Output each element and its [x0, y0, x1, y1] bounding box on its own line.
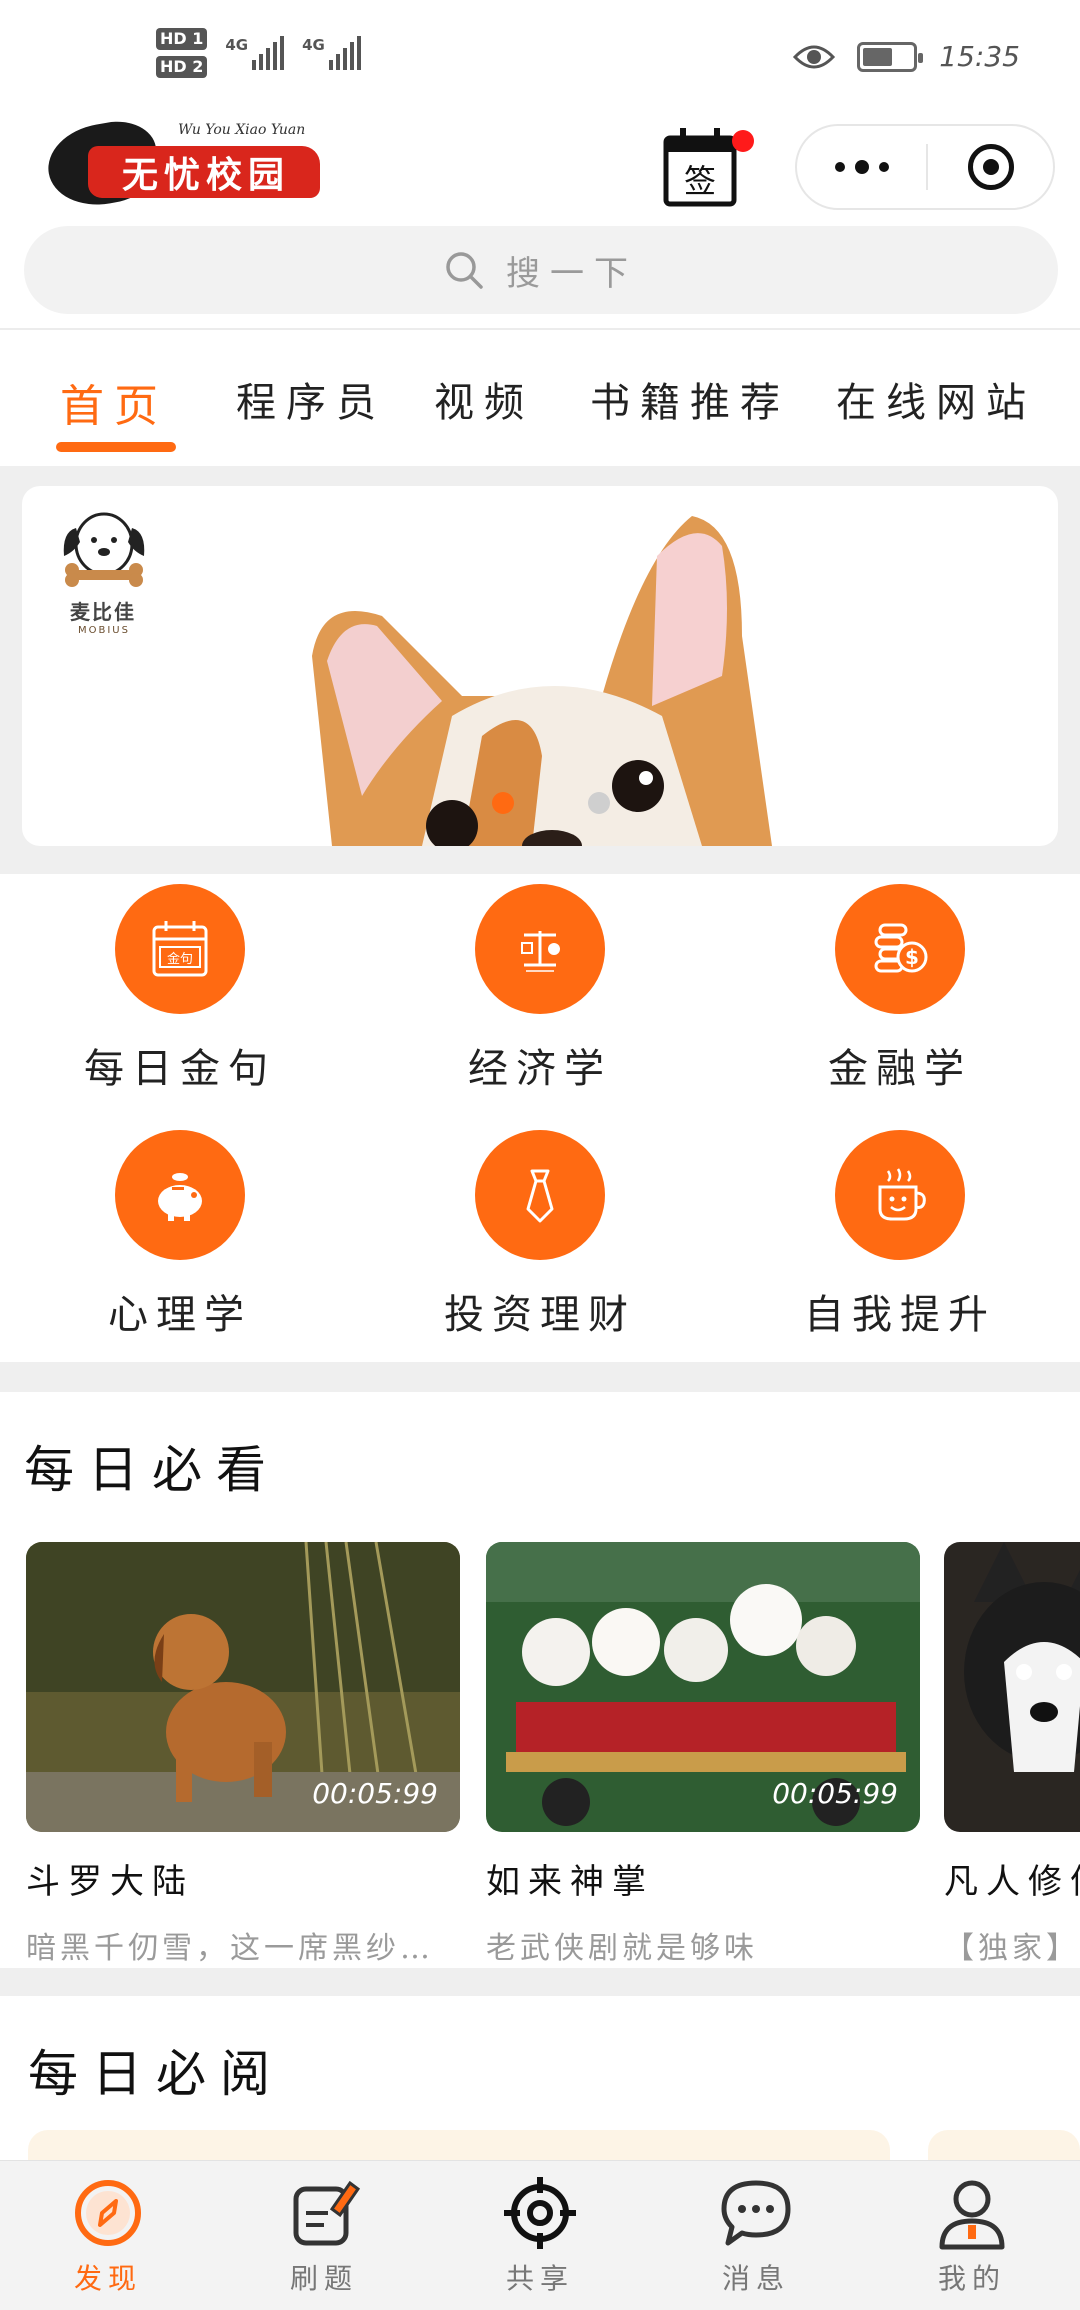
- daily-watch-title: 每日必看: [24, 1441, 280, 1499]
- video-description: 老武侠剧就是够味: [486, 1931, 758, 1966]
- signal-1-icon: 4G: [225, 36, 285, 70]
- svg-text:金句: 金句: [167, 951, 193, 967]
- piggy-bank-icon: [158, 1173, 202, 1221]
- smile-cup-icon: [878, 1168, 926, 1221]
- crosshair-icon: [504, 2177, 576, 2249]
- brand-en: MOBIUS: [78, 625, 130, 636]
- coins-dollar-icon: $: [874, 923, 928, 973]
- hd1-badge: HD 1: [156, 28, 208, 50]
- video-card[interactable]: 凡人修仙 【独家】: [944, 1542, 1080, 1967]
- tab-books[interactable]: 书籍推荐: [590, 370, 790, 428]
- notification-dot: [732, 130, 754, 152]
- category-grid: 金句 每日金句 经济学 $ 金融学 心理学 投资理财 自我提升: [0, 874, 1080, 1364]
- user-icon: [939, 2180, 1005, 2250]
- video-card[interactable]: 00:05:99 斗罗大陆 暗黑千仞雪，这一席黑纱…: [26, 1542, 460, 1967]
- daily-read-title: 每日必阅: [28, 2045, 284, 2103]
- calendar-quote-icon: 金句: [152, 921, 208, 977]
- video-title: 斗罗大陆: [26, 1862, 194, 1902]
- close-miniprogram-button[interactable]: [928, 144, 1053, 190]
- target-icon: [967, 144, 1014, 190]
- nav-profile[interactable]: 我的: [882, 2173, 1062, 2297]
- video-thumbnail: [944, 1542, 1080, 1832]
- category-daily-quote[interactable]: 金句 每日金句: [30, 884, 330, 1094]
- more-button[interactable]: [797, 126, 926, 208]
- video-description: 【独家】: [944, 1931, 1080, 1966]
- battery-icon: [857, 41, 924, 72]
- search-input[interactable]: 搜一下: [24, 226, 1058, 314]
- category-self-improvement[interactable]: 自我提升: [750, 1130, 1050, 1340]
- chat-bubble-icon: [721, 2180, 791, 2246]
- banner-carousel[interactable]: 麦比佳 MOBIUS: [22, 486, 1058, 846]
- category-investment[interactable]: 投资理财: [390, 1130, 690, 1340]
- signal-2-icon: 4G: [302, 36, 361, 70]
- category-tabs: 首页 程序员 视频 书籍推荐 在线网站: [0, 370, 1080, 466]
- video-duration: 00:05:99: [772, 1777, 898, 1810]
- tab-home[interactable]: 首页: [60, 370, 168, 434]
- economics-icon: [521, 931, 560, 972]
- status-bar: HD 1 HD 2 4G 4G 15:35: [0, 0, 1080, 110]
- category-psychology[interactable]: 心理学: [30, 1130, 330, 1340]
- divider: [0, 328, 1080, 330]
- tab-programmer[interactable]: 程序员: [236, 370, 386, 428]
- video-thumbnail: 00:05:99: [486, 1542, 920, 1832]
- category-economics[interactable]: 经济学: [390, 884, 690, 1094]
- video-duration: 00:05:99: [312, 1777, 438, 1810]
- search-icon: [446, 252, 483, 289]
- search-placeholder: 搜一下: [506, 253, 638, 294]
- eye-icon: [793, 45, 836, 68]
- svg-text:签: 签: [684, 162, 716, 200]
- bottom-navigation: 发现 刷题 共享 消息 我的: [0, 2160, 1080, 2310]
- corgi-photo: [312, 516, 772, 846]
- category-finance[interactable]: $ 金融学: [750, 884, 1050, 1094]
- app-header: Wu You Xiao Yuan 无 忧 校 园 签: [0, 110, 1080, 220]
- video-title: 如来神掌: [486, 1862, 654, 1902]
- tie-icon: [526, 1169, 554, 1223]
- compass-icon: [75, 2180, 141, 2246]
- clock: 15:35: [939, 40, 1020, 73]
- signin-calendar-icon[interactable]: 签: [660, 126, 740, 210]
- husky-photo: [944, 1542, 1080, 1832]
- tab-indicator: [56, 442, 176, 452]
- dog-bone-logo-icon: [63, 512, 145, 587]
- miniprogram-capsule: [795, 124, 1055, 210]
- divider: [0, 1362, 1080, 1392]
- app-root: HD 1 HD 2 4G 4G 15:35 Wu You Xiao Yuan 无…: [0, 0, 1080, 2310]
- video-thumbnail: 00:05:99: [26, 1542, 460, 1832]
- brand-name: 麦比佳: [70, 600, 136, 624]
- nav-share[interactable]: 共享: [450, 2173, 630, 2297]
- carousel-dot[interactable]: [588, 792, 610, 814]
- app-logo: Wu You Xiao Yuan 无 忧 校 园: [41, 115, 328, 213]
- tab-video[interactable]: 视频: [434, 370, 534, 428]
- brand-logo: 麦比佳 MOBIUS: [52, 508, 156, 636]
- video-title: 凡人修仙: [944, 1862, 1080, 1902]
- svg-text:$: $: [905, 945, 919, 969]
- note-pen-icon: [293, 2180, 361, 2246]
- network-status: HD 1 HD 2 4G 4G: [156, 28, 361, 78]
- carousel-dot[interactable]: [492, 792, 514, 814]
- divider: [0, 1968, 1080, 1996]
- nav-messages[interactable]: 消息: [666, 2173, 846, 2297]
- nav-discover[interactable]: 发现: [18, 2173, 198, 2297]
- video-carousel: 00:05:99 斗罗大陆 暗黑千仞雪，这一席黑纱… 00:05:99 如来神掌…: [0, 1542, 1080, 1966]
- video-description: 暗黑千仞雪，这一席黑纱…: [26, 1931, 434, 1966]
- video-card[interactable]: 00:05:99 如来神掌 老武侠剧就是够味: [486, 1542, 920, 1967]
- tab-websites[interactable]: 在线网站: [836, 370, 1036, 428]
- hd2-badge: HD 2: [156, 56, 208, 78]
- nav-practice[interactable]: 刷题: [234, 2173, 414, 2297]
